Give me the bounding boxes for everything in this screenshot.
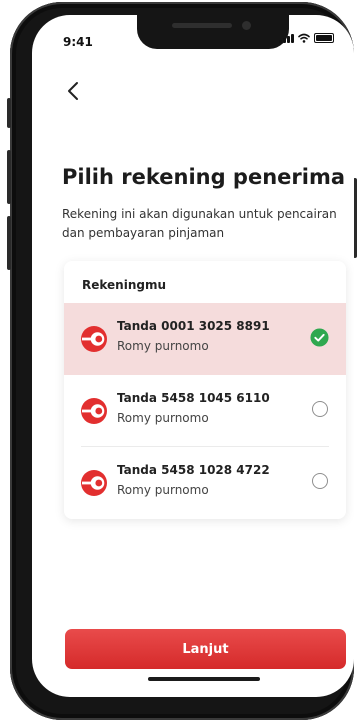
signal-icon: [279, 33, 294, 43]
silent-switch: [7, 98, 11, 128]
selected-check-icon[interactable]: [310, 328, 329, 347]
bank-logo-icon: [81, 398, 107, 424]
status-icons: [279, 33, 334, 43]
bank-logo-icon: [81, 470, 107, 496]
phone-frame: 9:41 Pilih rekening penerima Rekening in…: [7, 2, 357, 720]
continue-button[interactable]: Lanjut: [65, 629, 346, 669]
page-title: Pilih rekening penerima: [62, 165, 346, 189]
account-number: Tanda 5458 1028 4722: [117, 463, 270, 477]
account-row-1[interactable]: Tanda 0001 3025 8891 Romy purnomo: [64, 303, 346, 375]
app-screen: 9:41 Pilih rekening penerima Rekening in…: [32, 15, 354, 697]
accounts-card-header: Rekeningmu: [82, 278, 167, 292]
account-number: Tanda 0001 3025 8891: [117, 319, 270, 333]
back-chevron-left-icon[interactable]: [62, 79, 86, 103]
wifi-icon: [298, 33, 310, 43]
account-holder-name: Romy purnomo: [117, 411, 209, 425]
bank-logo-icon: [81, 326, 107, 352]
account-holder-name: Romy purnomo: [117, 483, 209, 497]
status-time: 9:41: [63, 35, 93, 49]
account-number: Tanda 5458 1045 6110: [117, 391, 270, 405]
radio-button[interactable]: [312, 473, 328, 489]
volume-up-button: [7, 150, 11, 204]
speaker-grille: [172, 23, 232, 28]
home-indicator[interactable]: [148, 677, 260, 681]
accounts-card: Rekeningmu Tanda 0001 3025 8891 Romy pur…: [64, 261, 346, 519]
radio-button[interactable]: [312, 401, 328, 417]
battery-icon: [314, 33, 334, 43]
page-subtitle: Rekening ini akan digunakan untuk pencai…: [62, 207, 337, 240]
account-row-3[interactable]: Tanda 5458 1028 4722 Romy purnomo: [64, 447, 346, 519]
notch: [137, 15, 289, 49]
front-camera: [242, 21, 251, 30]
account-row-2[interactable]: Tanda 5458 1045 6110 Romy purnomo: [64, 375, 346, 447]
account-holder-name: Romy purnomo: [117, 339, 209, 353]
volume-down-button: [7, 216, 11, 270]
